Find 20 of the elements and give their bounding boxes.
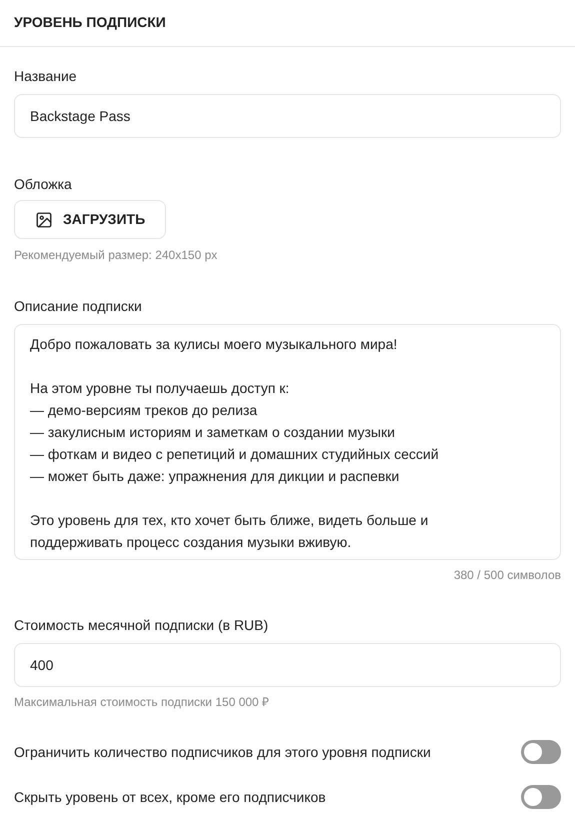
toggle-label: Скрыть уровень от всех, кроме его подписчиков bbox=[14, 788, 326, 807]
section-title: УРОВЕНЬ ПОДПИСКИ bbox=[14, 13, 167, 32]
toggle-switch[interactable] bbox=[521, 785, 561, 809]
field-label: Описание подписки bbox=[14, 297, 143, 316]
price-field[interactable]: 400 bbox=[14, 643, 561, 687]
description-paragraph: Это уровень для тех, кто хочет быть ближе, видеть больше и поддерживать процесс создания музыки вживую. bbox=[30, 511, 430, 552]
description-paragraph: Добро пожаловать за кулисы моего музыкального мира! bbox=[30, 335, 398, 354]
description-paragraph: На этом уровне ты получаешь доступ к: — демо-версиям треков до релиза — закулисным историям и заметкам о создании музыки — фоткам и видео с репетиций и домашних студийных сессий — может быть даже: упражнения для дикции и распевки bbox=[30, 379, 440, 486]
hint-text: Рекомендуемый размер: 240x150 px bbox=[14, 247, 218, 263]
upload-button[interactable]: ЗАГРУЗИТЬ bbox=[14, 200, 166, 239]
description-field[interactable] bbox=[14, 324, 561, 560]
field-label: Название bbox=[14, 67, 78, 86]
toggle-switch[interactable] bbox=[521, 740, 561, 764]
hint-text: Максимальная стоимость подписки 150 000 ₽ bbox=[14, 694, 270, 710]
field-label: Стоимость месячной подписки (в RUB) bbox=[14, 616, 270, 635]
field-label: Обложка bbox=[14, 175, 73, 194]
character-counter: 380 / 500 символов bbox=[454, 567, 561, 583]
image-icon bbox=[35, 210, 53, 228]
toggle-label: Ограничить количество подписчиков для этого уровня подписки bbox=[14, 742, 431, 762]
name-field[interactable]: Backstage Pass bbox=[14, 94, 561, 138]
